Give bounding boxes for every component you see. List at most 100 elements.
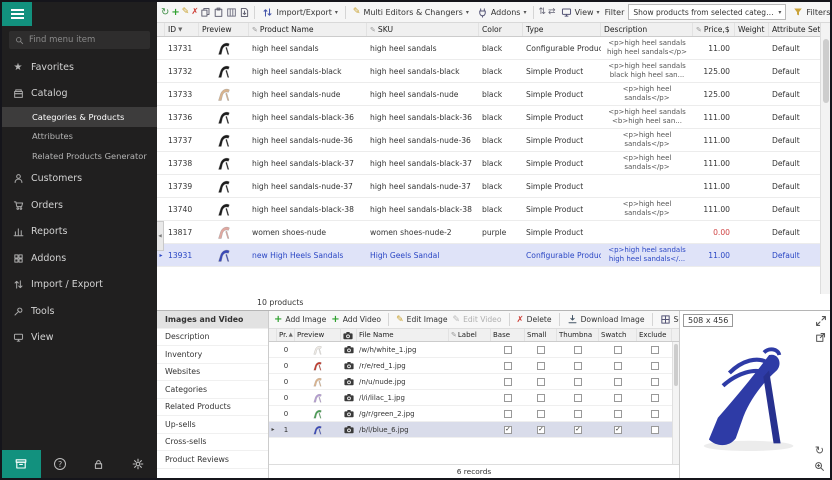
tab-cross-sells[interactable]: Cross-sells [157, 434, 268, 452]
col-header-thumbna[interactable]: Thumbna [557, 329, 599, 341]
sidebar-item-catalog[interactable]: Catalog [2, 81, 157, 108]
button-sort-desc-icon[interactable]: ⇄ [548, 5, 556, 20]
checkbox-base[interactable] [491, 390, 525, 405]
checkbox-base[interactable] [491, 374, 525, 389]
checkbox-swatch[interactable] [599, 342, 637, 357]
col-header-weight[interactable]: Weight [735, 23, 769, 36]
menu-search-input[interactable]: Find menu item [9, 31, 150, 49]
scrollbar-thumb[interactable] [674, 344, 678, 386]
image-row-n-u-nude-jpg[interactable]: 0/n/u/nude.jpg [269, 374, 679, 390]
button-add-video[interactable]: +Add Video [331, 314, 381, 325]
checkbox-small[interactable]: ✓ [525, 422, 557, 437]
col-header-description[interactable]: Description [601, 23, 693, 36]
product-row-13737[interactable]: 13737high heel sandals-nude-36high heel … [157, 129, 820, 152]
button-delete-icon[interactable]: ✗ [191, 5, 198, 20]
filters-button[interactable]: Filters▾ [790, 5, 830, 19]
product-row-13738[interactable]: 13738high heel sandals-black-37high heel… [157, 152, 820, 175]
col-header-camera[interactable] [341, 329, 357, 341]
button-delete[interactable]: ✗Delete [517, 315, 552, 325]
checkbox-exclude[interactable] [637, 342, 672, 357]
checkbox-swatch[interactable] [599, 374, 637, 389]
scrollbar-thumb[interactable] [823, 39, 829, 103]
product-row-13736[interactable]: 13736high heel sandals-black-36high heel… [157, 106, 820, 129]
tab-related-products[interactable]: Related Products [157, 399, 268, 417]
product-row-13739[interactable]: 13739high heel sandals-nude-37high heel … [157, 175, 820, 198]
button-add-image[interactable]: +Add Image [274, 314, 326, 325]
zoom-icon[interactable] [813, 460, 826, 473]
checkbox-swatch[interactable]: ✓ [599, 422, 637, 437]
products-scrollbar[interactable] [820, 23, 830, 294]
col-header-attribute-set-name[interactable]: Attribute Set Name [769, 23, 824, 36]
button-copy-icon[interactable] [200, 5, 211, 20]
checkbox-small[interactable] [525, 390, 557, 405]
button-refresh-icon[interactable]: ↻ [161, 5, 169, 20]
menu-import-export[interactable]: Import/Export▾ [259, 5, 340, 20]
product-row-13817[interactable]: 13817women shoes-nudewomen shoes-nude-2p… [157, 221, 820, 244]
category-filter-select[interactable]: Show products from selected categories▾ [628, 4, 786, 20]
sidebar-item-related-products-generator[interactable]: Related Products Generator [2, 146, 157, 166]
tab-product-reviews[interactable]: Product Reviews [157, 451, 268, 469]
button-set-resize-rule[interactable]: Set Resize Rule▾ [660, 314, 679, 325]
product-row-13731[interactable]: 13731high heel sandalshigh heel sandalsb… [157, 37, 820, 60]
checkbox-exclude[interactable] [637, 406, 672, 421]
checkbox-small[interactable] [525, 406, 557, 421]
rotate-icon[interactable]: ↻ [813, 444, 826, 457]
col-header-small[interactable]: Small [525, 329, 557, 341]
col-header-product-name[interactable]: ✎Product Name [249, 23, 367, 36]
menu-addons[interactable]: Addons▾ [474, 5, 530, 20]
image-row-r-e-red-1-jpg[interactable]: 0/r/e/red_1.jpg [269, 358, 679, 374]
col-header-preview[interactable]: Preview [295, 329, 341, 341]
col-header-label[interactable]: ✎Label [449, 329, 491, 341]
checkbox-base[interactable] [491, 406, 525, 421]
expand-icon[interactable] [814, 314, 827, 327]
menu-view[interactable]: View▾ [558, 5, 603, 20]
button-paste-icon[interactable] [213, 5, 224, 20]
checkbox-thumbnail[interactable]: ✓ [557, 422, 599, 437]
sidebar-item-view[interactable]: View [2, 325, 157, 352]
button-columns-icon[interactable] [226, 5, 237, 20]
checkbox-thumbnail[interactable] [557, 406, 599, 421]
sidebar-item-addons[interactable]: Addons [2, 245, 157, 272]
checkbox-swatch[interactable] [599, 358, 637, 373]
image-row-w-h-white-1-jpg[interactable]: 0/w/h/white_1.jpg [269, 342, 679, 358]
product-row-13931[interactable]: ▸13931new High Heels SandalsHigh Geels S… [157, 244, 820, 267]
checkbox-base[interactable] [491, 342, 525, 357]
checkbox-exclude[interactable] [637, 390, 672, 405]
tab-description[interactable]: Description [157, 329, 268, 347]
hamburger-menu-button[interactable] [2, 2, 32, 26]
button-download-image[interactable]: Download Image [567, 314, 645, 325]
checkbox-exclude[interactable] [637, 374, 672, 389]
sidebar-item-customers[interactable]: Customers [2, 166, 157, 193]
product-row-13732[interactable]: 13732high heel sandals-blackhigh heel sa… [157, 60, 820, 83]
button-add-icon[interactable]: + [171, 5, 179, 20]
sidebar-item-import-export[interactable]: Import / Export [2, 272, 157, 299]
col-header-color[interactable]: Color [479, 23, 523, 36]
col-header-exclude[interactable]: Exclude [637, 329, 672, 341]
images-scrollbar[interactable] [672, 342, 679, 464]
checkbox-swatch[interactable] [599, 406, 637, 421]
tab-images-and-video[interactable]: Images and Video [157, 311, 268, 329]
col-header-base[interactable]: Base [491, 329, 525, 341]
tab-inventory[interactable]: Inventory [157, 346, 268, 364]
checkbox-thumbnail[interactable] [557, 390, 599, 405]
button-edit-icon[interactable]: ✎ [182, 5, 190, 20]
lock-button[interactable] [80, 450, 119, 478]
checkbox-exclude[interactable] [637, 422, 672, 437]
checkbox-small[interactable] [525, 358, 557, 373]
collapse-sidebar-handle[interactable]: ◀ [157, 221, 164, 251]
sidebar-item-categories-products[interactable]: Categories & Products [2, 107, 157, 127]
col-header-id[interactable]: ID▼ [165, 23, 199, 36]
help-button[interactable]: ? [41, 450, 80, 478]
sidebar-item-tools[interactable]: Tools [2, 298, 157, 325]
sidebar-item-attributes[interactable]: Attributes [2, 127, 157, 147]
sidebar-item-favorites[interactable]: ★Favorites [2, 54, 157, 81]
settings-button[interactable] [118, 450, 157, 478]
checkbox-thumbnail[interactable] [557, 374, 599, 389]
checkbox-thumbnail[interactable] [557, 358, 599, 373]
tab-websites[interactable]: Websites [157, 364, 268, 382]
tab-categories[interactable]: Categories [157, 381, 268, 399]
image-row-l-i-lilac-1-jpg[interactable]: 0/l/i/lilac_1.jpg [269, 390, 679, 406]
col-header-sku[interactable]: ✎SKU [367, 23, 479, 36]
sidebar-item-reports[interactable]: Reports [2, 219, 157, 246]
open-external-icon[interactable] [814, 331, 827, 344]
